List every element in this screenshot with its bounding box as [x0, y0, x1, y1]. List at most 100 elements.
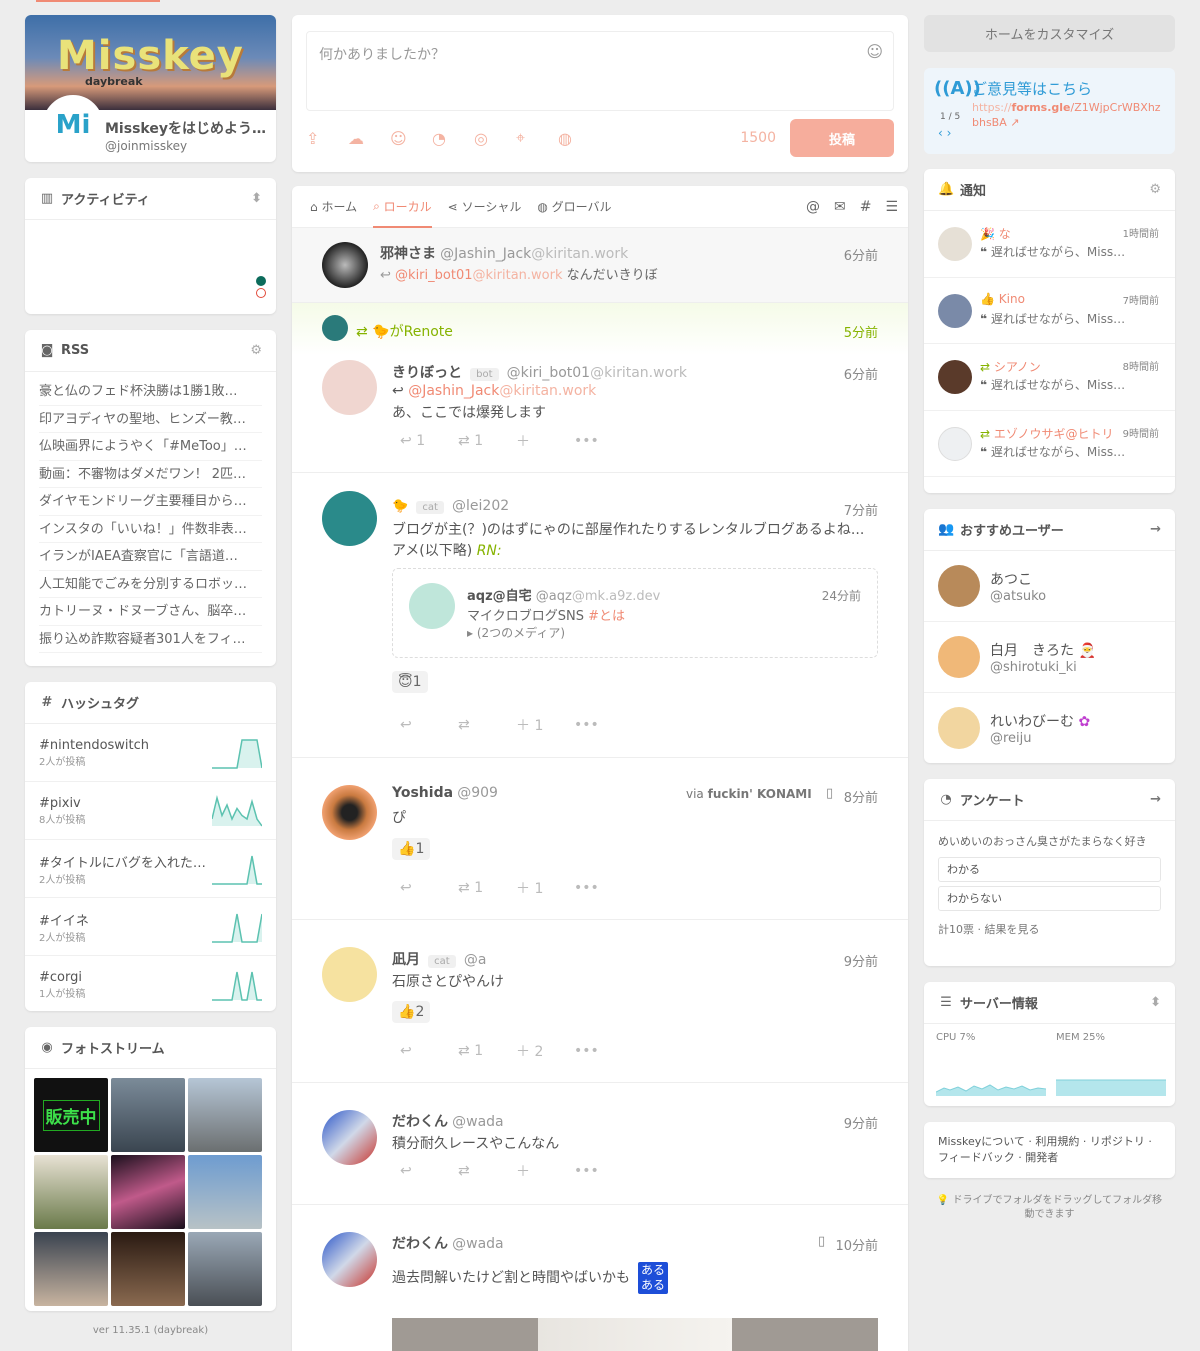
notif-user[interactable]: Kino: [999, 292, 1025, 306]
react-button[interactable]: ＋ 2: [516, 1041, 574, 1061]
react-button[interactable]: ＋ 1: [516, 715, 574, 735]
photo-thumb[interactable]: [188, 1155, 262, 1229]
photo-thumb[interactable]: [111, 1078, 185, 1152]
location-icon[interactable]: ⌖: [516, 128, 558, 148]
hashtag-icon[interactable]: #: [860, 199, 872, 215]
notification-item[interactable]: 👍 Kino ❝ 遅ればせながら、Misskeyを… 7時間前: [924, 278, 1175, 344]
note-media-image[interactable]: [392, 1318, 878, 1351]
media-toggle[interactable]: ▸ (2つのメディア): [467, 624, 565, 641]
avatar[interactable]: [322, 947, 377, 1002]
rss-item[interactable]: 豪と仏のフェド杯決勝は1勝1敗…: [39, 378, 262, 406]
reaction-pill[interactable]: 👍2: [392, 1001, 431, 1023]
pager-arrows[interactable]: ‹ ›: [938, 126, 951, 140]
avatar[interactable]: [322, 360, 377, 415]
hashtag-item[interactable]: #nintendoswitch 2人が投稿: [25, 724, 276, 782]
hashtag-item[interactable]: #タイトルにバグを入れた… 2人が投稿: [25, 840, 276, 898]
user-item[interactable]: 白月 きろた 🎅 @shirotuki_ki: [924, 622, 1175, 693]
photo-thumb[interactable]: 販売中: [34, 1078, 108, 1152]
rss-item[interactable]: 振り込め詐欺容疑者301人をフィ…: [39, 626, 262, 653]
renote-button[interactable]: ⇄ 1: [458, 1043, 516, 1059]
notification-item[interactable]: 🎉 な ❝ 遅ればせながら、Misskeyを… 1時間前: [924, 211, 1175, 278]
note-item[interactable]: 凪月 cat @a 9分前 石原さとぴやんけ 👍2 ↩ ⇄ 1 ＋ 2 •••: [292, 920, 908, 1083]
rss-item[interactable]: 人工知能でごみを分別するロボッ…: [39, 571, 262, 598]
gear-icon[interactable]: ⚙: [1149, 182, 1161, 197]
note-item[interactable]: 邪神さま @Jashin_Jack@kiritan.work 6分前 ↩ @ki…: [292, 228, 908, 303]
reply-button[interactable]: ↩: [400, 1043, 458, 1059]
note-time[interactable]: 8分前: [844, 787, 878, 806]
sort-icon[interactable]: ⬍: [1150, 995, 1161, 1010]
upload-icon[interactable]: ⇪: [306, 129, 348, 148]
more-button[interactable]: •••: [574, 433, 632, 449]
note-author[interactable]: Yoshida: [392, 785, 453, 801]
quoted-note[interactable]: aqz@自宅 @aqz@mk.a9z.dev 24分前 マイクロブログSNS #…: [392, 568, 878, 658]
quote-hashtag[interactable]: #とは: [588, 609, 625, 624]
react-button[interactable]: ＋: [516, 431, 574, 451]
poll-footer[interactable]: 計10票 · 結果を見る: [938, 921, 1161, 937]
note-item[interactable]: Yoshida @909 via fuckin' KONAMI ▯ 8分前 ぴ …: [292, 758, 908, 920]
reply-button[interactable]: ↩: [400, 717, 458, 733]
rss-item[interactable]: 動画：不審物はダメだワン！ 2匹…: [39, 461, 262, 488]
photo-thumb[interactable]: [34, 1155, 108, 1229]
note-time[interactable]: 9分前: [844, 1113, 878, 1132]
reply-button[interactable]: ↩: [400, 1163, 458, 1179]
avatar[interactable]: [322, 785, 377, 840]
tab-local[interactable]: ⌕ ローカル: [365, 186, 440, 228]
reply-mention[interactable]: @Jashin_Jack: [408, 383, 499, 399]
rss-item[interactable]: 印アヨディヤの聖地、ヒンズー教…: [39, 406, 262, 433]
avatar[interactable]: [322, 1232, 377, 1287]
avatar[interactable]: [938, 636, 980, 678]
notif-user[interactable]: な: [999, 227, 1011, 241]
hashtag-item[interactable]: #pixiv 8人が投稿: [25, 782, 276, 840]
note-item[interactable]: だわくん @wada ▯ 10分前 過去問解いたけど割と時間やばいかも ある ある: [292, 1205, 908, 1351]
poll-icon[interactable]: ◔: [432, 129, 474, 148]
avatar[interactable]: [938, 227, 972, 261]
renote-button[interactable]: ⇄ 1: [458, 880, 516, 896]
tab-global[interactable]: ◍ グローバル: [529, 186, 619, 228]
poll-option[interactable]: わかる: [938, 857, 1161, 882]
more-button[interactable]: •••: [574, 1163, 632, 1179]
more-button[interactable]: •••: [574, 1043, 632, 1059]
quote-time[interactable]: 24分前: [822, 587, 861, 604]
globe-icon[interactable]: ◍: [558, 129, 600, 148]
profile-name[interactable]: Misskeyをはじめよう…: [105, 118, 273, 138]
emoji-icon[interactable]: ☺: [866, 42, 883, 61]
renote-button[interactable]: ⇄ 1: [458, 433, 516, 449]
arrow-right-icon[interactable]: →: [1150, 792, 1161, 807]
note-time[interactable]: 9分前: [844, 951, 878, 970]
customize-button[interactable]: ホームをカスタマイズ: [924, 15, 1175, 52]
feedback-link[interactable]: https://forms.gle/Z1WjpCrWBXhzbhsBA ↗: [972, 100, 1162, 130]
user-name[interactable]: 白月 きろた: [990, 643, 1074, 659]
quote-author[interactable]: aqz@自宅: [467, 589, 532, 604]
avatar[interactable]: [322, 1110, 377, 1165]
avatar[interactable]: [938, 426, 972, 461]
reaction-pill[interactable]: 👍1: [392, 838, 431, 860]
photo-thumb[interactable]: [111, 1232, 185, 1306]
user-item[interactable]: あつこ @atsuko: [924, 551, 1175, 622]
note-time[interactable]: 6分前: [844, 245, 878, 264]
reaction-pill[interactable]: 😇1: [392, 671, 428, 693]
note-author[interactable]: だわくん: [392, 1236, 448, 1252]
list-icon[interactable]: ☰: [885, 199, 898, 215]
user-item[interactable]: れいわびーむ ✿ @reiju: [924, 693, 1175, 763]
photo-thumb[interactable]: [111, 1155, 185, 1229]
avatar[interactable]: [938, 707, 980, 749]
more-button[interactable]: •••: [574, 717, 632, 733]
photo-thumb[interactable]: [188, 1232, 262, 1306]
note-time[interactable]: 7分前: [844, 500, 878, 519]
reply-button[interactable]: ↩: [400, 880, 458, 896]
hashtag-name[interactable]: #タイトルにバグを入れた…: [39, 852, 212, 871]
user-name[interactable]: あつこ: [990, 569, 1032, 589]
avatar[interactable]: [409, 583, 455, 629]
emoji-picker-icon[interactable]: ☺: [390, 129, 432, 148]
more-button[interactable]: •••: [574, 880, 632, 896]
note-author[interactable]: 凪月: [392, 952, 420, 968]
sort-icon[interactable]: ⬍: [251, 191, 262, 206]
rss-item[interactable]: カトリーヌ・ドヌーブさん、脳卒…: [39, 598, 262, 626]
tab-social[interactable]: ⋖ ソーシャル: [440, 186, 530, 228]
avatar[interactable]: Mi: [43, 95, 103, 155]
arrow-right-icon[interactable]: →: [1150, 522, 1161, 537]
avatar[interactable]: [322, 242, 368, 288]
avatar[interactable]: [322, 491, 377, 546]
react-button[interactable]: ＋ 1: [516, 878, 574, 898]
avatar[interactable]: [938, 293, 972, 328]
